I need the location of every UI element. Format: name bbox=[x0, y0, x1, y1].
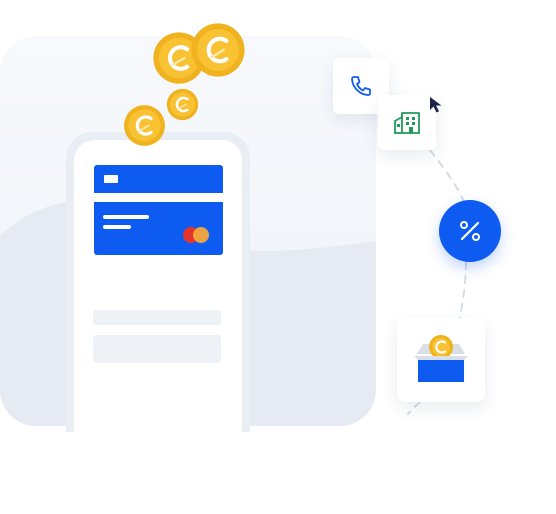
building-icon bbox=[394, 111, 420, 134]
smartphone bbox=[66, 132, 250, 432]
card-chip bbox=[104, 175, 118, 183]
coins-group bbox=[123, 18, 250, 146]
credit-card-bottom bbox=[94, 202, 223, 255]
mastercard-icon-overlap bbox=[193, 227, 209, 243]
discount-badge bbox=[439, 200, 501, 262]
percent-icon bbox=[460, 221, 480, 241]
form-field-placeholder bbox=[93, 310, 221, 325]
coin-icon bbox=[166, 88, 199, 121]
card-stripe bbox=[94, 193, 223, 202]
savings-box-tile bbox=[397, 318, 485, 402]
building-tile bbox=[378, 95, 436, 150]
form-field-placeholder bbox=[93, 335, 221, 363]
credit-card-top bbox=[94, 165, 223, 193]
card-name-line bbox=[103, 225, 131, 229]
finance-illustration bbox=[0, 0, 556, 514]
card-number-line bbox=[103, 215, 149, 219]
phone-screen bbox=[74, 140, 242, 432]
box-icon bbox=[414, 335, 468, 382]
phone-icon bbox=[351, 76, 371, 96]
cursor-arrow-icon bbox=[430, 97, 442, 113]
coin-icon bbox=[191, 23, 244, 76]
coin-icon bbox=[123, 104, 166, 146]
